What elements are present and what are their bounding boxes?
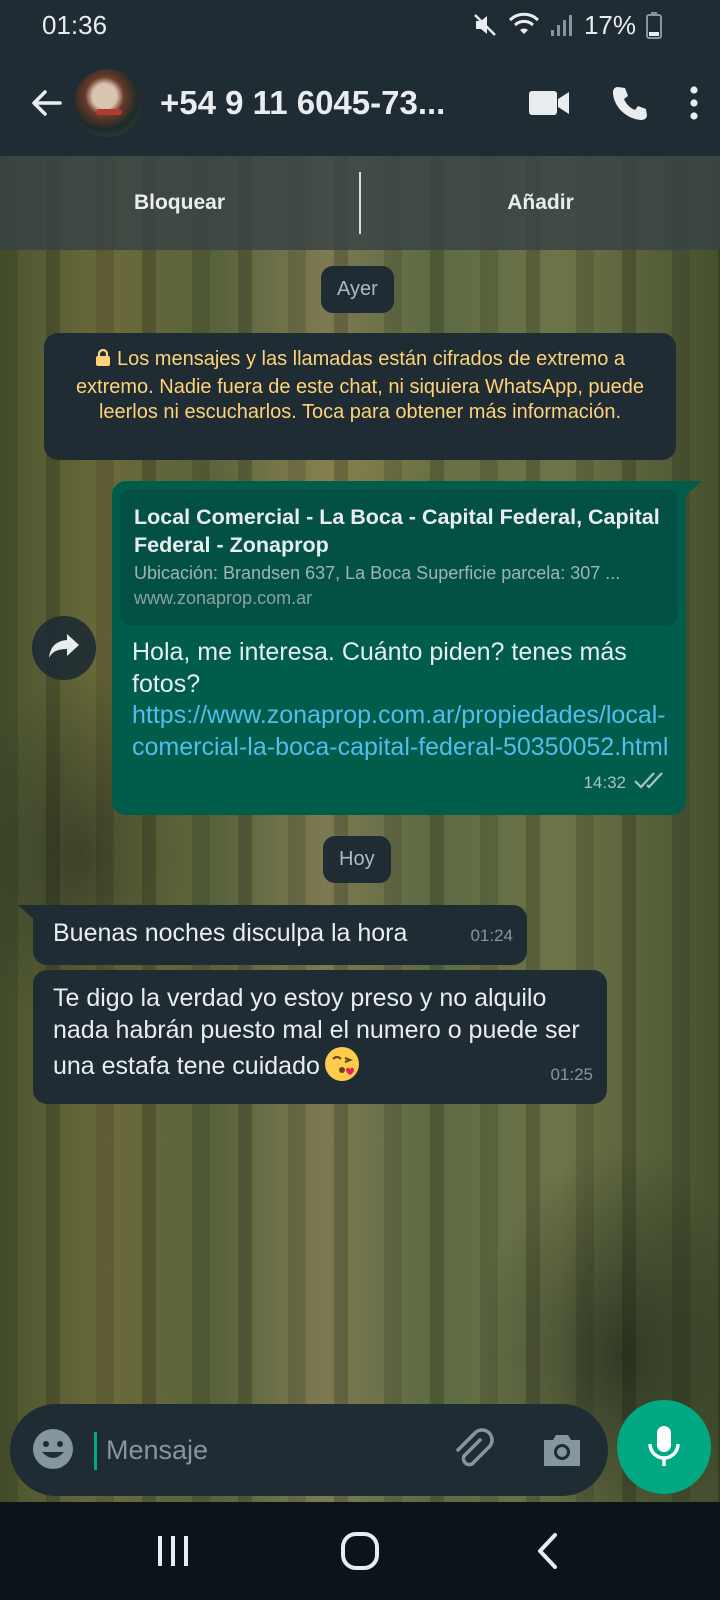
wifi-icon: [508, 12, 540, 38]
read-receipt-icon: [634, 770, 668, 795]
message-body: Hola, me interesa. Cuánto piden? tenes m…: [132, 638, 627, 698]
status-time: 01:36: [42, 9, 108, 40]
phone-call-icon[interactable]: [610, 84, 648, 122]
contact-name[interactable]: +54 9 11 6045-73...: [160, 84, 460, 122]
battery-percent: 17%: [583, 9, 636, 40]
message-meta: 14:32: [583, 770, 668, 795]
outgoing-bubble-tail: [684, 481, 702, 497]
back-arrow-icon[interactable]: [14, 71, 78, 135]
divider: [359, 172, 361, 234]
encryption-notice-text: Los mensajes y las llamadas están cifrad…: [75, 348, 645, 423]
camera-icon[interactable]: [538, 1426, 586, 1474]
message-time: 01:24: [470, 925, 513, 945]
video-call-icon[interactable]: [528, 88, 570, 118]
message-text: Buenas noches disculpa la hora: [53, 919, 408, 947]
more-options-icon[interactable]: [688, 85, 700, 121]
message-composer: [10, 1404, 608, 1496]
incoming-message[interactable]: Buenas noches disculpa la hora 01:24: [33, 905, 527, 965]
attach-icon[interactable]: [450, 1426, 498, 1474]
kissing-face-emoji: [324, 1046, 360, 1082]
text-caret: [94, 1432, 97, 1470]
unknown-contact-bar: Bloquear Añadir: [0, 156, 720, 250]
add-contact-button[interactable]: Añadir: [361, 191, 720, 215]
message-input[interactable]: [106, 1422, 426, 1478]
incoming-message[interactable]: Te digo la verdad yo estoy preso y no al…: [33, 970, 607, 1104]
link-preview-description: Ubicación: Brandsen 637, La Boca Superfi…: [134, 563, 621, 583]
outgoing-message[interactable]: Local Comercial - La Boca - Capital Fede…: [112, 481, 686, 815]
back-icon[interactable]: [507, 1521, 587, 1581]
emoji-icon[interactable]: [30, 1426, 76, 1472]
chat-header: +54 9 11 6045-73...: [0, 50, 720, 156]
forward-icon: [47, 632, 81, 665]
date-chip-today: Hoy: [323, 836, 391, 883]
header-actions: [528, 50, 700, 156]
status-icons: 17%: [472, 10, 662, 41]
forward-button[interactable]: [32, 616, 96, 680]
outgoing-message-text: Hola, me interesa. Cuánto piden? tenes m…: [132, 637, 672, 763]
link-preview[interactable]: Local Comercial - La Boca - Capital Fede…: [120, 489, 678, 625]
microphone-icon[interactable]: [617, 1400, 711, 1494]
status-bar: 01:36 17%: [0, 0, 720, 50]
link-preview-title: Local Comercial - La Boca - Capital Fede…: [134, 505, 660, 557]
block-button[interactable]: Bloquear: [0, 191, 359, 215]
message-time: 01:25: [550, 1064, 593, 1084]
system-nav-bar: [0, 1502, 720, 1600]
encryption-notice[interactable]: Los mensajes y las llamadas están cifrad…: [44, 333, 676, 460]
recent-apps-icon[interactable]: [133, 1521, 213, 1581]
avatar[interactable]: [74, 69, 142, 137]
mute-icon: [472, 12, 498, 38]
date-chip-yesterday: Ayer: [321, 266, 394, 313]
message-text: Te digo la verdad yo estoy preso y no al…: [53, 984, 580, 1080]
home-icon[interactable]: [320, 1521, 400, 1581]
link-preview-domain: www.zonaprop.com.ar: [134, 588, 313, 608]
signal-icon: [550, 12, 574, 38]
message-time: 14:32: [583, 772, 626, 792]
battery-icon: [646, 11, 662, 39]
message-link[interactable]: https://www.zonaprop.com.ar/propiedades/…: [132, 701, 668, 761]
lock-icon: [95, 348, 111, 375]
